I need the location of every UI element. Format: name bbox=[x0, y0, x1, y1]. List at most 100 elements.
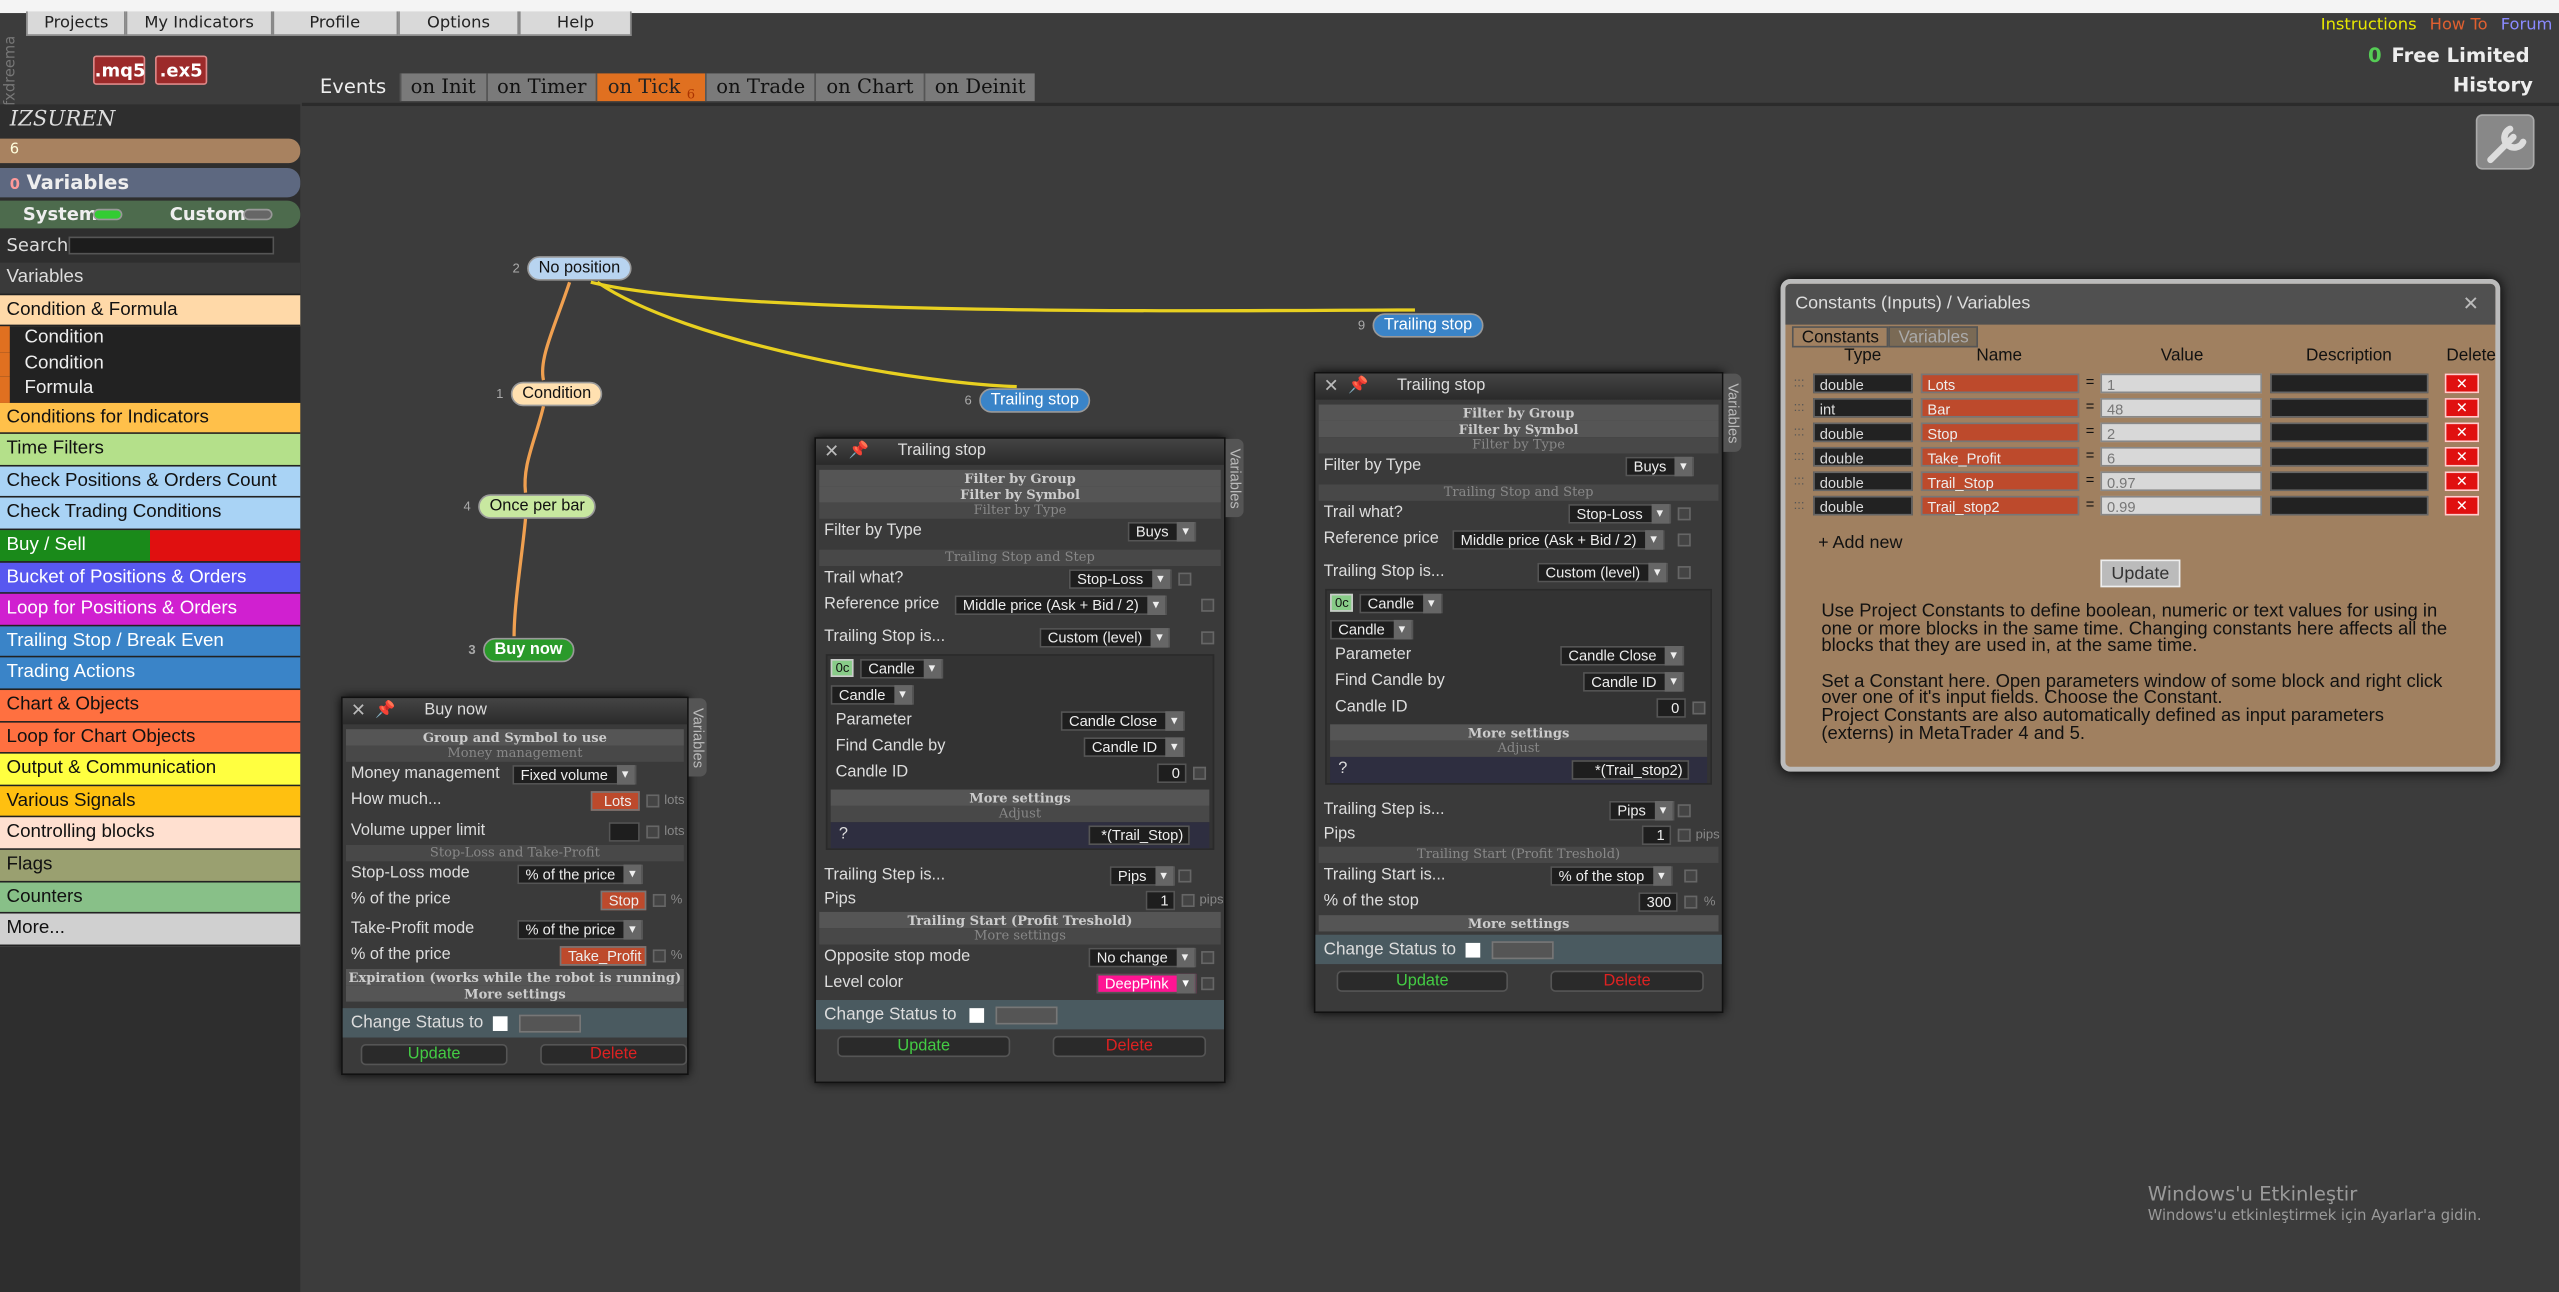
cid-checkbox[interactable] bbox=[1193, 766, 1207, 780]
how-much-input[interactable]: Lots bbox=[590, 791, 640, 811]
stop-pct-checkbox[interactable] bbox=[1684, 895, 1698, 909]
constant-value[interactable]: 6 bbox=[2100, 446, 2262, 467]
delete-button[interactable]: Delete bbox=[1052, 1035, 1207, 1058]
delete-icon[interactable]: ✕ bbox=[2444, 471, 2480, 492]
find-select[interactable]: Candle ID bbox=[1583, 672, 1685, 692]
vol-input[interactable] bbox=[608, 822, 640, 842]
filter-select[interactable]: Buys bbox=[1127, 522, 1197, 542]
ref-select[interactable]: Middle price (Ask + Bid / 2) bbox=[1452, 530, 1665, 550]
vol-checkbox[interactable] bbox=[646, 825, 660, 839]
tstep-select[interactable]: Pips bbox=[1109, 866, 1175, 886]
pips-checkbox[interactable] bbox=[1181, 893, 1195, 908]
delete-icon[interactable]: ✕ bbox=[2444, 422, 2480, 443]
how-much-checkbox[interactable] bbox=[646, 794, 660, 808]
constant-value[interactable]: 0.99 bbox=[2100, 495, 2262, 516]
cid-input[interactable]: 0 bbox=[1656, 698, 1686, 718]
tstep-checkbox[interactable] bbox=[1677, 804, 1691, 818]
adjust-input[interactable]: *(Trail_stop2) bbox=[1571, 760, 1690, 780]
sl-pct-checkbox[interactable] bbox=[652, 893, 666, 908]
tab-variables[interactable]: Variables bbox=[1888, 326, 1979, 348]
drag-handle-icon[interactable]: ::: bbox=[1794, 400, 1805, 415]
section-group[interactable]: Group and Symbol to use bbox=[345, 729, 684, 746]
sl-pct-input[interactable]: Stop bbox=[600, 890, 647, 911]
section-group[interactable]: Filter by Group bbox=[1318, 404, 1719, 421]
trail-what-checkbox[interactable] bbox=[1178, 572, 1192, 586]
status-checkbox[interactable] bbox=[1465, 942, 1481, 958]
filter-select[interactable]: Buys bbox=[1625, 456, 1695, 477]
drag-handle-icon[interactable]: ::: bbox=[1794, 375, 1805, 390]
constant-name[interactable]: Take_Profit bbox=[1920, 446, 2080, 467]
drag-handle-icon[interactable]: ::: bbox=[1794, 498, 1805, 513]
constant-type[interactable]: double bbox=[1813, 446, 1913, 467]
cid-input[interactable]: 0 bbox=[1157, 763, 1187, 784]
node-buy-now[interactable]: 3 Buy now bbox=[468, 637, 574, 663]
tstep-select[interactable]: Pips bbox=[1609, 800, 1674, 821]
close-icon[interactable]: ✕ bbox=[351, 698, 366, 724]
ts-is-checkbox[interactable] bbox=[1201, 631, 1215, 645]
constant-value[interactable]: 2 bbox=[2100, 422, 2262, 443]
level-checkbox[interactable] bbox=[1201, 977, 1215, 991]
tp-pct-checkbox[interactable] bbox=[652, 949, 666, 963]
ts-is-checkbox[interactable] bbox=[1677, 566, 1691, 580]
constant-description[interactable] bbox=[2270, 398, 2429, 418]
constant-description[interactable] bbox=[2270, 422, 2429, 443]
constant-value[interactable]: 0.97 bbox=[2100, 471, 2262, 492]
constant-type[interactable]: double bbox=[1813, 422, 1913, 443]
status-checkbox[interactable] bbox=[492, 1016, 508, 1031]
tstep-checkbox[interactable] bbox=[1178, 869, 1192, 883]
update-button[interactable]: Update bbox=[360, 1044, 508, 1066]
param-select[interactable]: Candle Close bbox=[1560, 645, 1685, 666]
constant-type[interactable]: double bbox=[1813, 471, 1913, 492]
variables-side-tab[interactable]: Variables bbox=[688, 698, 707, 777]
pin-icon[interactable]: 📌 bbox=[849, 439, 869, 465]
pips-input[interactable]: 1 bbox=[1145, 890, 1176, 911]
delete-icon[interactable]: ✕ bbox=[2444, 398, 2480, 418]
constant-value[interactable]: 1 bbox=[2100, 373, 2262, 394]
add-new-link[interactable]: + Add new bbox=[1818, 533, 1902, 553]
constant-type[interactable]: double bbox=[1813, 495, 1913, 516]
param-select[interactable]: Candle Close bbox=[1060, 711, 1185, 731]
constant-type[interactable]: int bbox=[1813, 398, 1913, 418]
opp-checkbox[interactable] bbox=[1201, 951, 1215, 965]
trail-what-select[interactable]: Stop-Loss bbox=[1568, 504, 1671, 524]
tab-constants[interactable]: Constants bbox=[1791, 326, 1889, 348]
constant-name[interactable]: Trail_Stop bbox=[1920, 471, 2080, 492]
candle2-select[interactable]: Candle bbox=[830, 685, 914, 705]
find-select[interactable]: Candle ID bbox=[1083, 737, 1185, 757]
candle-select[interactable]: Candle bbox=[1359, 593, 1442, 614]
level-select[interactable]: DeepPink bbox=[1096, 973, 1197, 994]
section-symbol[interactable]: Filter by Symbol bbox=[1318, 420, 1719, 438]
tstart-select[interactable]: % of the stop bbox=[1550, 866, 1673, 886]
constant-description[interactable] bbox=[2270, 495, 2429, 516]
ref-select[interactable]: Middle price (Ask + Bid / 2) bbox=[954, 595, 1167, 616]
node-trailing-stop-9[interactable]: 9 Trailing stop bbox=[1358, 313, 1484, 338]
status-input[interactable] bbox=[518, 1014, 581, 1033]
node-once-per-bar[interactable]: 4 Once per bar bbox=[463, 494, 597, 519]
tp-pct-input[interactable]: Take_Profit bbox=[559, 946, 647, 966]
candle2-select[interactable]: Candle bbox=[1330, 619, 1413, 640]
constant-description[interactable] bbox=[2270, 471, 2429, 492]
ts-is-select[interactable]: Custom (level) bbox=[1039, 628, 1171, 648]
cid-checkbox[interactable] bbox=[1692, 701, 1706, 715]
node-condition[interactable]: 1 Condition bbox=[496, 381, 603, 407]
delete-icon[interactable]: ✕ bbox=[2444, 495, 2480, 516]
section-more[interactable]: More settings bbox=[345, 985, 684, 1002]
section-group[interactable]: Filter by Group bbox=[819, 469, 1221, 487]
mm-select[interactable]: Fixed volume bbox=[512, 765, 636, 785]
drag-handle-icon[interactable]: ::: bbox=[1794, 449, 1805, 464]
close-icon[interactable]: ✕ bbox=[1324, 374, 1339, 400]
pips-input[interactable]: 1 bbox=[1641, 825, 1672, 846]
constant-name[interactable]: Stop bbox=[1920, 422, 2080, 443]
section-start[interactable]: Trailing Start (Profit Treshold) bbox=[819, 911, 1221, 929]
tstart-checkbox[interactable] bbox=[1684, 869, 1698, 883]
section-more-2[interactable]: More settings bbox=[1318, 915, 1719, 932]
variables-side-tab[interactable]: Variables bbox=[1225, 438, 1244, 518]
close-icon[interactable]: ✕ bbox=[824, 439, 839, 465]
section-more[interactable]: More settings bbox=[830, 789, 1210, 806]
status-checkbox[interactable] bbox=[969, 1008, 985, 1023]
pin-icon[interactable]: 📌 bbox=[1348, 374, 1368, 400]
pips-checkbox[interactable] bbox=[1677, 828, 1691, 842]
section-symbol[interactable]: Filter by Symbol bbox=[819, 486, 1221, 503]
sl-mode-select[interactable]: % of the price bbox=[517, 864, 644, 885]
stop-pct-input[interactable]: 300 bbox=[1638, 892, 1678, 912]
